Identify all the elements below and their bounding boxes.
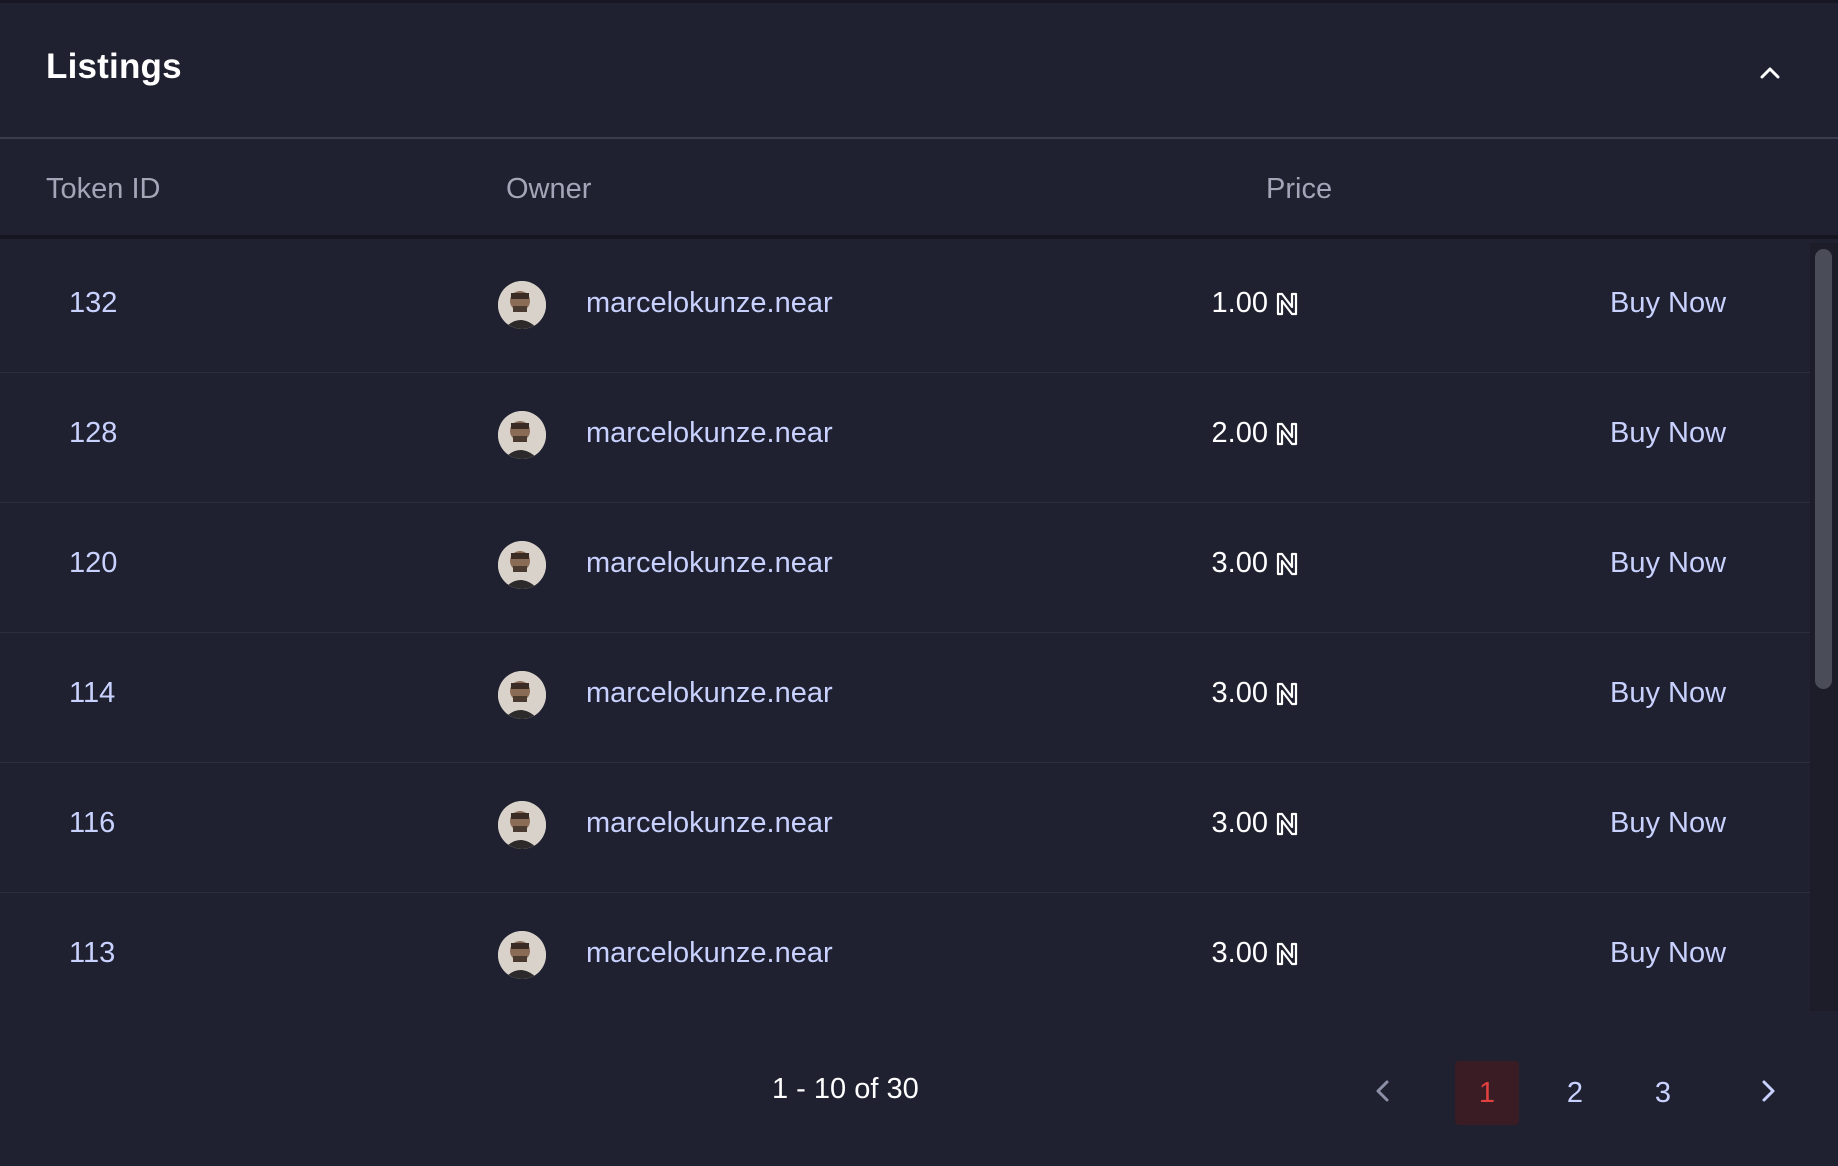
near-logo-icon (1274, 291, 1300, 317)
owner-name[interactable]: marcelokunze.near (586, 807, 833, 840)
price-value: 1.00 (1211, 287, 1268, 319)
avatar-image (498, 281, 546, 329)
price-value: 3.00 (1211, 677, 1268, 709)
buy-now-button[interactable]: Buy Now (1610, 287, 1726, 320)
token-id: 120 (69, 547, 118, 579)
owner-name[interactable]: marcelokunze.near (586, 677, 833, 710)
price-cell: 3.00 (1150, 677, 1300, 717)
near-logo-icon (1274, 551, 1300, 577)
token-id: 113 (69, 937, 116, 969)
price-value: 2.00 (1211, 417, 1268, 449)
table-header: Token ID Owner Price (0, 139, 1838, 239)
buy-now-button[interactable]: Buy Now (1610, 937, 1726, 970)
owner-avatar[interactable] (498, 931, 546, 979)
buy-now-button[interactable]: Buy Now (1610, 677, 1726, 710)
table-row: 116 marcelokunze.near 3.00 Buy Now (0, 763, 1810, 893)
prev-page-button[interactable] (1363, 1071, 1403, 1111)
panel-title: Listings (46, 47, 182, 86)
avatar-image (498, 931, 546, 979)
avatar-image (498, 671, 546, 719)
chevron-left-icon (1363, 1080, 1403, 1115)
buy-now-button[interactable]: Buy Now (1610, 417, 1726, 450)
table-row: 132 marcelokunze.near 1.00 Buy Now (0, 243, 1810, 373)
owner-name[interactable]: marcelokunze.near (586, 937, 833, 970)
pagination-range: 1 - 10 of 30 (772, 1073, 919, 1105)
owner-avatar[interactable] (498, 671, 546, 719)
listings-panel: Listings Token ID Owner Price 132 marcel… (0, 0, 1838, 1166)
column-header-owner[interactable]: Owner (506, 173, 591, 206)
price-value: 3.00 (1211, 937, 1268, 969)
avatar-image (498, 411, 546, 459)
price-cell: 3.00 (1150, 547, 1300, 587)
near-logo-icon (1274, 811, 1300, 837)
price-value: 3.00 (1211, 807, 1268, 839)
avatar-image (498, 801, 546, 849)
owner-name[interactable]: marcelokunze.near (586, 287, 833, 320)
scrollbar-thumb[interactable] (1815, 249, 1832, 689)
owner-name[interactable]: marcelokunze.near (586, 417, 833, 450)
column-header-token-id[interactable]: Token ID (46, 173, 160, 206)
owner-name[interactable]: marcelokunze.near (586, 547, 833, 580)
page-button-2[interactable]: 2 (1543, 1061, 1607, 1125)
owner-avatar[interactable] (498, 281, 546, 329)
near-logo-icon (1274, 941, 1300, 967)
panel-header[interactable]: Listings (0, 3, 1838, 139)
chevron-up-icon (1750, 53, 1790, 93)
buy-now-button[interactable]: Buy Now (1610, 807, 1726, 840)
token-id: 132 (69, 287, 118, 319)
avatar-image (498, 541, 546, 589)
table-row: 114 marcelokunze.near 3.00 Buy Now (0, 633, 1810, 763)
table-row: 120 marcelokunze.near 3.00 Buy Now (0, 503, 1810, 633)
column-header-price[interactable]: Price (1266, 173, 1332, 206)
token-id: 116 (69, 807, 116, 839)
buy-now-button[interactable]: Buy Now (1610, 547, 1726, 580)
pagination-footer: 1 - 10 of 30 1 2 3 (0, 1013, 1838, 1166)
chevron-right-icon (1748, 1080, 1788, 1115)
near-logo-icon (1274, 421, 1300, 447)
price-cell: 2.00 (1150, 417, 1300, 457)
owner-avatar[interactable] (498, 541, 546, 589)
price-cell: 3.00 (1150, 937, 1300, 977)
table-row: 128 marcelokunze.near 2.00 Buy Now (0, 373, 1810, 503)
price-value: 3.00 (1211, 547, 1268, 579)
table-row: 113 marcelokunze.near 3.00 Buy Now (0, 893, 1810, 1011)
page-button-1[interactable]: 1 (1455, 1061, 1519, 1125)
collapse-button[interactable] (1750, 53, 1790, 93)
price-cell: 3.00 (1150, 807, 1300, 847)
owner-avatar[interactable] (498, 801, 546, 849)
token-id: 114 (69, 677, 116, 709)
near-logo-icon (1274, 681, 1300, 707)
price-cell: 1.00 (1150, 287, 1300, 327)
token-id: 128 (69, 417, 118, 449)
next-page-button[interactable] (1748, 1071, 1788, 1111)
page-button-3[interactable]: 3 (1631, 1061, 1695, 1125)
listings-table-body[interactable]: 132 marcelokunze.near 1.00 Buy Now 128 m… (0, 243, 1810, 1011)
owner-avatar[interactable] (498, 411, 546, 459)
